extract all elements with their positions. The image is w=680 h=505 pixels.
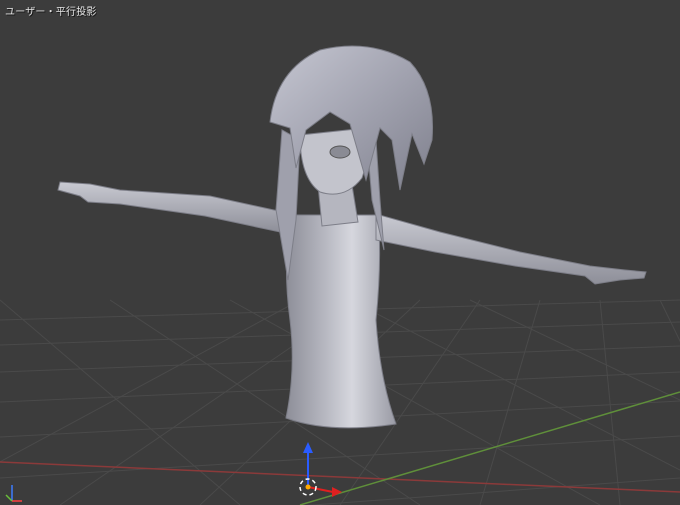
viewport-scene[interactable] [0, 0, 680, 505]
z-arrow-icon [303, 442, 313, 453]
transform-gizmo[interactable] [299, 442, 342, 497]
axis-orientation-icon [5, 485, 22, 502]
torso [285, 214, 397, 429]
x-axis-line [0, 461, 680, 493]
right-arm [375, 213, 647, 285]
3d-viewport[interactable]: ユーザー・平行投影 [0, 0, 680, 505]
character-mesh[interactable] [57, 45, 647, 429]
left-arm [57, 181, 293, 233]
x-arrow-icon [332, 487, 342, 497]
x-arrow-shaft [307, 486, 334, 493]
eye [329, 145, 351, 159]
